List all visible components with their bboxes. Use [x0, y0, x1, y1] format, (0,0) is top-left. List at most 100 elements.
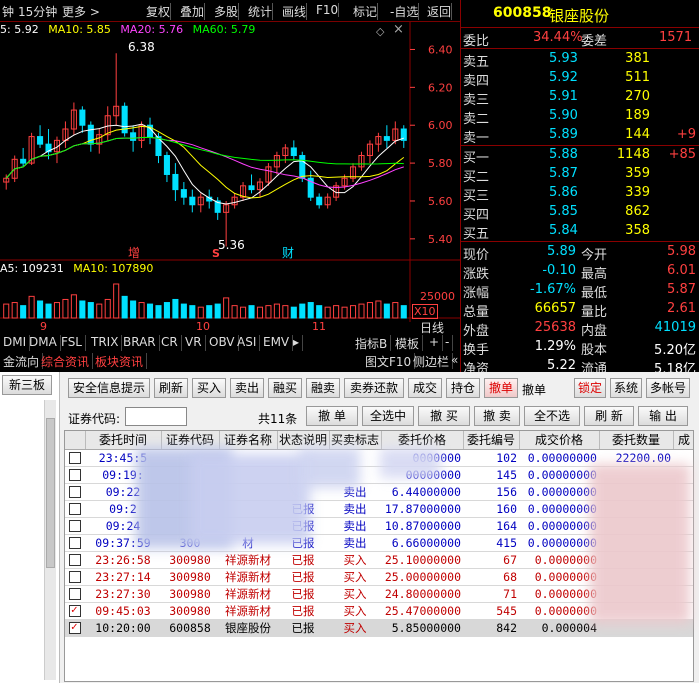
row-checkbox[interactable] — [69, 520, 81, 532]
col-header-0[interactable]: 委托时间 — [85, 431, 162, 450]
toolbar-button-7[interactable]: -自选 — [390, 3, 420, 20]
row-checkbox-cell[interactable] — [65, 466, 85, 484]
toolbar-button-5[interactable]: F10 — [316, 3, 340, 17]
cancel-button-3[interactable]: 撤 卖 — [474, 406, 520, 426]
indicator-tab-9[interactable]: EMV — [260, 335, 294, 351]
col-header-9[interactable]: 成 — [673, 431, 693, 450]
cancel-button-5[interactable]: 刷 新 — [584, 406, 634, 426]
row-checkbox-cell[interactable] — [65, 517, 85, 535]
row-checkbox-cell[interactable] — [65, 619, 85, 637]
buy-level-1[interactable]: 买二 5.87 359 — [461, 165, 699, 185]
toolbar-button-0[interactable]: 复权 — [146, 3, 172, 20]
row-checkbox[interactable] — [69, 554, 81, 566]
indicator-tab-14[interactable]: - — [442, 335, 454, 351]
row-checkbox[interactable] — [69, 603, 81, 617]
info-tab-2[interactable]: 板块资讯 — [92, 353, 148, 369]
col-header-7[interactable]: 成交价格 — [519, 431, 600, 450]
close-icon[interactable]: × — [393, 22, 404, 37]
row-checkbox[interactable] — [69, 537, 81, 549]
trade-right-button-0[interactable]: 锁定 — [574, 378, 606, 398]
cancel-button-4[interactable]: 全不选 — [524, 406, 580, 426]
row-checkbox-cell[interactable] — [65, 602, 85, 620]
info-tab-0[interactable]: 金流向 — [0, 353, 44, 369]
left-scrollbar[interactable] — [44, 400, 56, 680]
row-checkbox-cell[interactable] — [65, 500, 85, 518]
row-checkbox[interactable] — [69, 620, 81, 634]
indicator-tab-12[interactable]: 模板 — [392, 335, 424, 351]
toolbar-button-1[interactable]: 叠加 — [180, 3, 206, 20]
indicator-tab-4[interactable]: BRAR — [120, 335, 160, 351]
marker-cai[interactable]: 财 — [282, 244, 294, 261]
row-checkbox[interactable] — [69, 452, 81, 464]
diamond-icon[interactable]: ◇ — [376, 25, 384, 38]
col-header-6[interactable]: 委托编号 — [463, 431, 520, 450]
cancel-button-0[interactable]: 撤 单 — [306, 406, 358, 426]
row-checkbox-cell[interactable] — [65, 568, 85, 586]
period-selector[interactable]: 15分钟 — [18, 3, 57, 20]
row-checkbox-cell[interactable] — [65, 534, 85, 552]
trade-button-7[interactable]: 成交 — [408, 378, 442, 398]
indicator-tab-2[interactable]: FSL — [58, 335, 86, 351]
trade-button-2[interactable]: 买入 — [192, 378, 226, 398]
cancel-button-2[interactable]: 撤 买 — [418, 406, 470, 426]
sell-level-2[interactable]: 卖三 5.91 270 — [461, 88, 699, 108]
col-header-1[interactable]: 证券代码 — [161, 431, 220, 450]
indicator-tab-11[interactable]: 指标B — [352, 335, 392, 351]
toolbar-button-3[interactable]: 统计 — [248, 3, 274, 20]
buy-level-4[interactable]: 买五 5.84 358 — [461, 222, 699, 242]
toolbar-button-6[interactable]: 标记 — [353, 3, 379, 20]
buy-level-2[interactable]: 买三 5.86 339 — [461, 184, 699, 204]
col-header-3[interactable]: 状态说明 — [277, 431, 330, 450]
buy-level-0[interactable]: 买一 5.88 1148 +85 — [461, 146, 699, 166]
row-checkbox-cell[interactable] — [65, 585, 85, 603]
tab-xinsanban[interactable]: 新三板 — [2, 375, 52, 395]
indicator-tab-1[interactable]: DMA — [26, 335, 61, 351]
sell-level-1[interactable]: 卖四 5.92 511 — [461, 69, 699, 89]
row-checkbox[interactable] — [69, 469, 81, 481]
col-header-5[interactable]: 委托价格 — [381, 431, 464, 450]
row-checkbox-cell[interactable] — [65, 449, 85, 467]
info-tab-4[interactable]: 侧边栏 — [410, 353, 454, 369]
buy-level-3[interactable]: 买四 5.85 862 — [461, 203, 699, 223]
col-header-8[interactable]: 委托数量 — [599, 431, 674, 450]
indicator-tab-5[interactable]: CR — [158, 335, 182, 351]
trade-button-8[interactable]: 持仓 — [446, 378, 480, 398]
info-tab-1[interactable]: 综合资讯 — [38, 353, 94, 369]
trade-button-3[interactable]: 卖出 — [230, 378, 264, 398]
cancel-button-6[interactable]: 输 出 — [638, 406, 688, 426]
sell-level-3[interactable]: 卖二 5.90 189 — [461, 107, 699, 127]
toolbar-button-4[interactable]: 画线 — [282, 3, 308, 20]
row-checkbox[interactable] — [69, 571, 81, 583]
marker-zeng[interactable]: 增 — [128, 244, 140, 261]
trade-button-1[interactable]: 刷新 — [154, 378, 188, 398]
col-header-4[interactable]: 买卖标志 — [329, 431, 382, 450]
info-tab-3[interactable]: 图文F10 — [362, 353, 416, 369]
indicator-tab-6[interactable]: VR — [182, 335, 206, 351]
more-button[interactable]: 更多 > — [62, 3, 100, 20]
row-checkbox-cell[interactable] — [65, 551, 85, 569]
col-header-2[interactable]: 证券名称 — [219, 431, 278, 450]
sell-level-0[interactable]: 卖五 5.93 381 — [461, 50, 699, 70]
row-checkbox[interactable] — [69, 503, 81, 515]
indicator-tab-3[interactable]: TRIX — [88, 335, 123, 351]
indicator-tab-10[interactable]: ▸ — [290, 335, 304, 351]
indicator-tab-13[interactable]: + — [426, 335, 444, 351]
trade-button-5[interactable]: 融卖 — [306, 378, 340, 398]
row-checkbox[interactable] — [69, 588, 81, 600]
sell-level-4[interactable]: 卖一 5.89 144 +9 — [461, 126, 699, 146]
marker-s[interactable]: S — [212, 247, 220, 260]
toolbar-button-8[interactable]: 返回 — [427, 3, 453, 20]
row-checkbox-cell[interactable] — [65, 483, 85, 501]
code-input[interactable] — [125, 407, 187, 426]
row-checkbox[interactable] — [69, 486, 81, 498]
cancel-button-1[interactable]: 全选中 — [362, 406, 414, 426]
trade-button-0[interactable]: 安全信息提示 — [68, 378, 150, 398]
trade-button-9[interactable]: 撤单 — [484, 378, 518, 398]
toolbar-button-2[interactable]: 多股 — [214, 3, 240, 20]
indicator-tab-8[interactable]: ASI — [234, 335, 261, 351]
trade-button-6[interactable]: 卖券还款 — [344, 378, 404, 398]
trade-right-button-1[interactable]: 系统 — [610, 378, 642, 398]
trade-right-button-2[interactable]: 多帐号 — [646, 378, 690, 398]
trade-button-4[interactable]: 融买 — [268, 378, 302, 398]
kline-chart[interactable]: 6.40 6.20 6.00 5.80 5.60 5.40 — [0, 22, 460, 322]
